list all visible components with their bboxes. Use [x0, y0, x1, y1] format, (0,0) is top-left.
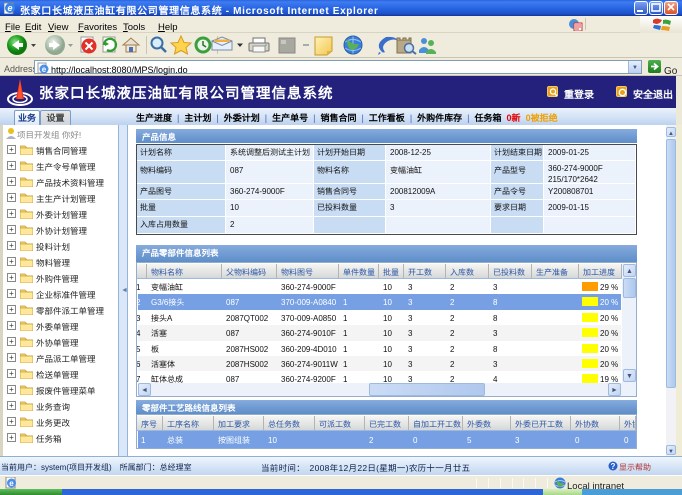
svg-text:e: e [42, 64, 47, 74]
svg-text:e: e [7, 2, 12, 14]
svg-text:e: e [9, 478, 14, 489]
svg-text:?: ? [611, 461, 616, 471]
